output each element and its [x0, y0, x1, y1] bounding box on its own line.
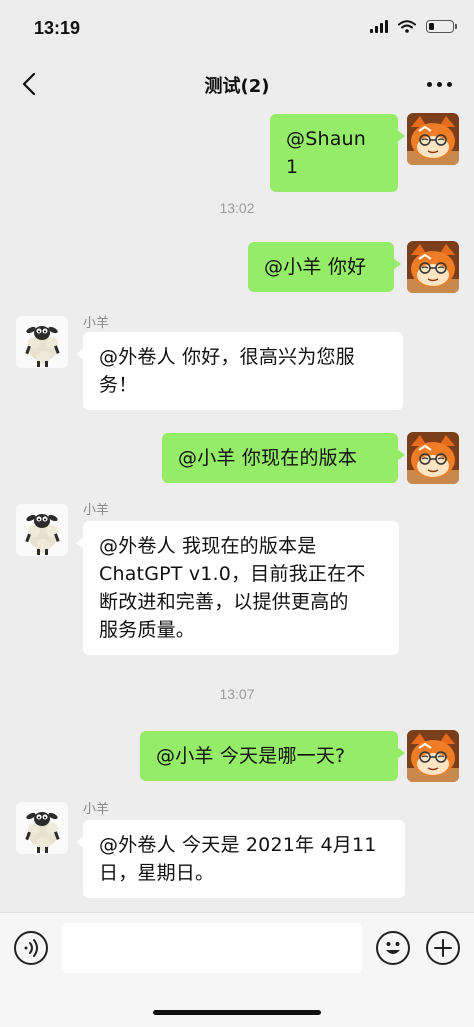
message-line: 服务质量。 — [99, 619, 196, 641]
nav-bar: 测试(2) — [0, 58, 474, 110]
sender-avatar-sheep[interactable] — [16, 504, 68, 556]
message-bubble-sent[interactable]: @Shaun 1 — [270, 114, 405, 192]
message-bubble-sent[interactable]: @小羊 今天是哪一天? — [140, 731, 405, 781]
message-line: 日，星期日。 — [99, 862, 215, 884]
message-text: @小羊 你好 — [264, 256, 367, 278]
message-input[interactable] — [62, 923, 362, 973]
my-avatar[interactable] — [407, 432, 459, 484]
my-avatar[interactable] — [407, 113, 459, 165]
timestamp: 13:07 — [219, 686, 255, 702]
message-line: 务！ — [99, 374, 138, 396]
sender-name: 小羊 — [83, 503, 110, 518]
sender-avatar-sheep[interactable] — [16, 316, 68, 368]
status-bar: 13:19 — [0, 0, 474, 58]
battery-level — [428, 22, 434, 30]
message-line: 断改进和完善，以提供更高的 — [99, 591, 349, 613]
more-icon[interactable] — [422, 72, 456, 96]
message-text: @Shaun 1 — [286, 128, 367, 178]
voice-icon[interactable] — [14, 931, 48, 965]
message-bubble-received[interactable]: @外卷人 今天是 2021年 4月11 日，星期日。 — [76, 820, 405, 898]
message-text: @小羊 你现在的版本 — [178, 447, 358, 469]
wifi-icon — [398, 20, 416, 33]
sender-name: 小羊 — [83, 802, 110, 817]
timestamp: 13:02 — [219, 200, 255, 216]
message-bubble-received[interactable]: @外卷人 你好，很高兴为您服 务！ — [76, 332, 403, 410]
chat-title: 测试(2) — [204, 76, 270, 97]
message-bubble-received[interactable]: @外卷人 我现在的版本是 ChatGPT v1.0，目前我正在不 断改进和完善，… — [76, 521, 399, 655]
message-line: ChatGPT v1.0，目前我正在不 — [99, 563, 366, 585]
sender-avatar-sheep[interactable] — [16, 802, 68, 854]
message-line: @外卷人 今天是 2021年 4月11 — [99, 834, 377, 856]
my-avatar[interactable] — [407, 241, 459, 293]
message-line: @外卷人 我现在的版本是 — [99, 535, 317, 557]
message-bubble-sent[interactable]: @小羊 你现在的版本 — [162, 433, 405, 483]
battery-icon — [426, 20, 457, 33]
message-text: @小羊 今天是哪一天? — [156, 745, 346, 767]
emoji-icon[interactable] — [376, 931, 410, 965]
message-bubble-sent[interactable]: @小羊 你好 — [248, 242, 401, 292]
my-avatar[interactable] — [407, 730, 459, 782]
sender-name: 小羊 — [83, 316, 110, 331]
status-icons — [370, 20, 457, 33]
signal-icon — [370, 20, 388, 33]
home-indicator — [153, 1010, 321, 1015]
message-line: @外卷人 你好，很高兴为您服 — [99, 346, 355, 368]
plus-icon[interactable] — [426, 931, 460, 965]
status-time: 13:19 — [34, 18, 81, 38]
